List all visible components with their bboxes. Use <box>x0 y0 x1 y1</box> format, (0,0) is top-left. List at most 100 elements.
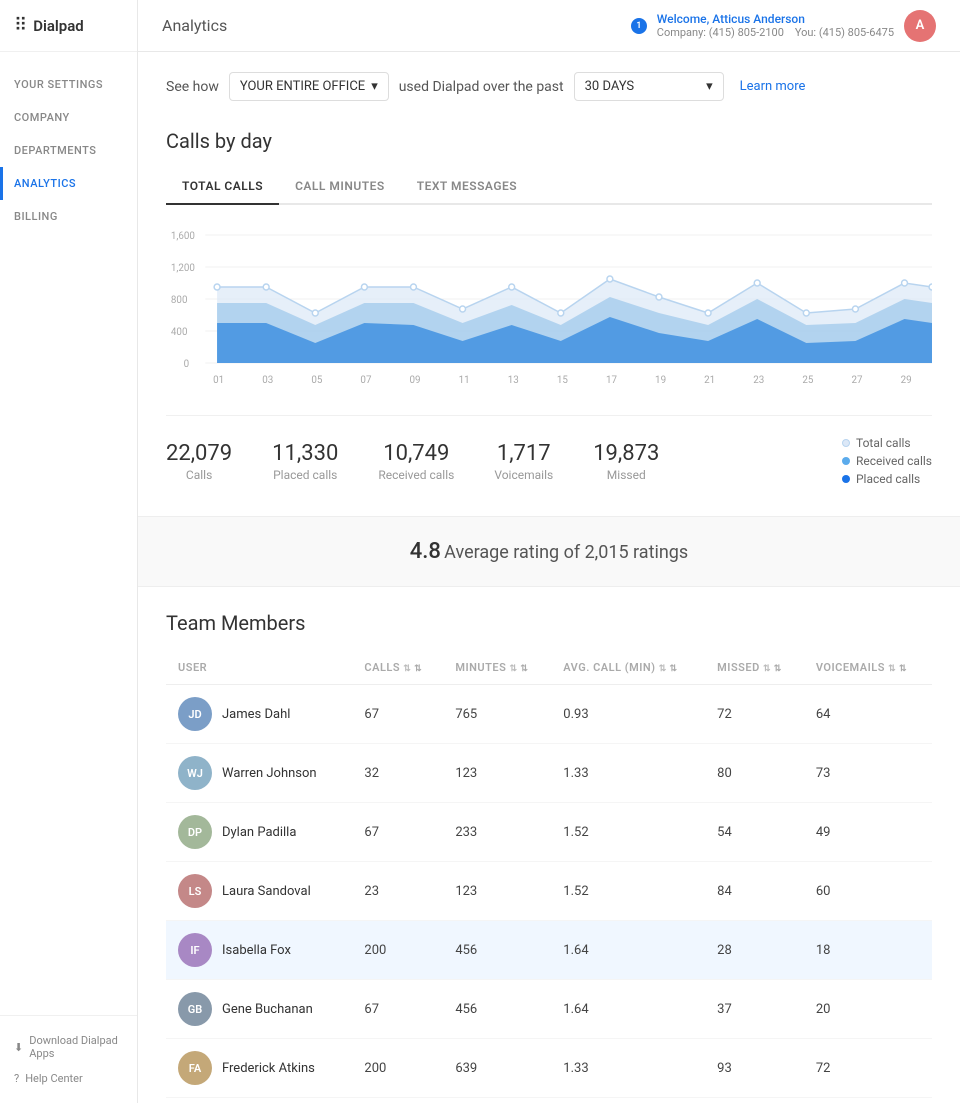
notification-icon[interactable]: 1 <box>631 18 647 34</box>
sidebar-item-analytics[interactable]: ANALYTICS <box>0 167 137 200</box>
legend-dot-total <box>842 439 850 447</box>
content-area: See how YOUR ENTIRE OFFICE ▾ used Dialpa… <box>138 52 960 1103</box>
table-row: LSLaura Sandoval231231.528460 <box>166 862 932 921</box>
col-header-2[interactable]: MINUTES ⇅ <box>443 651 551 685</box>
cell-6-0: 200 <box>352 1039 443 1098</box>
cell-3-0: 23 <box>352 862 443 921</box>
cell-5-3: 37 <box>705 980 804 1039</box>
learn-more-link[interactable]: Learn more <box>740 79 806 94</box>
cell-5-1: 456 <box>443 980 551 1039</box>
svg-text:800: 800 <box>171 295 188 306</box>
sidebar-item-company[interactable]: COMPANY <box>0 101 137 134</box>
table-row: DPDylan Padilla672331.525449 <box>166 803 932 862</box>
cell-4-1: 456 <box>443 921 551 980</box>
col-header-3[interactable]: AVG. CALL (MIN) ⇅ <box>551 651 705 685</box>
cell-7-1: 123 <box>443 1098 551 1103</box>
welcome-text: Welcome, Atticus Anderson <box>657 12 894 26</box>
cell-4-3: 28 <box>705 921 804 980</box>
user-cell-1: WJ Warren Johnson <box>166 744 352 803</box>
table-row: FAFrederick Atkins2006391.339372 <box>166 1039 932 1098</box>
team-section: Team Members USERCALLS ⇅MINUTES ⇅AVG. CA… <box>166 611 932 1103</box>
sidebar-item-your-settings[interactable]: YOUR SETTINGS <box>0 68 137 101</box>
page-title: Analytics <box>162 16 227 35</box>
stat-label-0: Calls <box>166 468 232 482</box>
cell-0-3: 72 <box>705 685 804 744</box>
col-header-1[interactable]: CALLS ⇅ <box>352 651 443 685</box>
table-row: GBGene Buchanan674561.643720 <box>166 980 932 1039</box>
rating-section: 4.8 Average rating of 2,015 ratings <box>138 516 960 587</box>
avatar[interactable]: A <box>904 10 936 42</box>
legend-item-placed: Placed calls <box>842 472 932 486</box>
stats-row: 22,079Calls11,330Placed calls10,749Recei… <box>166 415 932 506</box>
top-header: Analytics 1 Welcome, Atticus Anderson Co… <box>138 0 960 52</box>
legend-dot-placed <box>842 475 850 483</box>
avatar-1: WJ <box>178 756 212 790</box>
legend-item-received: Received calls <box>842 454 932 468</box>
legend-item-total: Total calls <box>842 436 932 450</box>
cell-4-4: 18 <box>804 921 932 980</box>
days-filter-dropdown[interactable]: 30 DAYS ▾ <box>574 72 724 101</box>
cell-6-4: 72 <box>804 1039 932 1098</box>
legend-label-placed: Placed calls <box>856 472 920 486</box>
user-name-1: Warren Johnson <box>222 766 317 781</box>
table-row: IF Isabella Fox 2004561.642818 <box>166 921 932 980</box>
col-header-5[interactable]: VOICEMAILS ⇅ <box>804 651 932 685</box>
avatar-5: GB <box>178 992 212 1026</box>
cell-2-4: 49 <box>804 803 932 862</box>
cell-5-0: 67 <box>352 980 443 1039</box>
cell-2-2: 1.52 <box>551 803 705 862</box>
svg-text:19: 19 <box>655 375 666 386</box>
rating-number: 4.8 <box>410 539 441 564</box>
cell-7-0: 90 <box>352 1098 443 1103</box>
logo: ⠿ Dialpad <box>0 0 137 52</box>
user-name-5: Gene Buchanan <box>222 1002 313 1017</box>
user-name-4: Isabella Fox <box>222 943 291 958</box>
stat-label-3: Voicemails <box>494 468 553 482</box>
download-apps-link[interactable]: ⬇Download Dialpad Apps <box>10 1028 127 1066</box>
cell-0-0: 67 <box>352 685 443 744</box>
chart-tab-2[interactable]: TEXT MESSAGES <box>401 169 533 205</box>
help-icon: ? <box>14 1072 19 1085</box>
cell-4-0: 200 <box>352 921 443 980</box>
chart-area: 1,600 1,200 800 400 0 <box>166 215 932 405</box>
col-header-4[interactable]: MISSED ⇅ <box>705 651 804 685</box>
table-row: JDJames Dahl677650.937264 <box>166 685 932 744</box>
download-apps-label: Download Dialpad Apps <box>29 1034 123 1060</box>
cell-1-0: 32 <box>352 744 443 803</box>
filter-bar: See how YOUR ENTIRE OFFICE ▾ used Dialpa… <box>166 72 932 101</box>
see-how-text: See how <box>166 79 219 95</box>
sidebar-item-departments[interactable]: DEPARTMENTS <box>0 134 137 167</box>
svg-text:29: 29 <box>901 375 912 386</box>
cell-3-3: 84 <box>705 862 804 921</box>
stat-label-2: Received calls <box>378 468 454 482</box>
header-user-info: Welcome, Atticus Anderson Company: (415)… <box>657 12 894 39</box>
svg-text:09: 09 <box>410 375 421 386</box>
stat-item-4: 19,873Missed <box>593 441 659 482</box>
svg-text:15: 15 <box>557 375 568 386</box>
chart-section-title: Calls by day <box>166 129 932 153</box>
user-name-6: Frederick Atkins <box>222 1061 315 1076</box>
help-center-link[interactable]: ?Help Center <box>10 1066 127 1091</box>
table-header-row: USERCALLS ⇅MINUTES ⇅AVG. CALL (MIN) ⇅MIS… <box>166 651 932 685</box>
cell-6-1: 639 <box>443 1039 551 1098</box>
svg-text:21: 21 <box>704 375 715 386</box>
svg-text:27: 27 <box>851 375 862 386</box>
chart-tab-1[interactable]: CALL MINUTES <box>279 169 401 205</box>
chart-tab-0[interactable]: TOTAL CALLS <box>166 169 279 205</box>
office-filter-dropdown[interactable]: YOUR ENTIRE OFFICE ▾ <box>229 72 389 101</box>
used-text: used Dialpad over the past <box>399 79 564 95</box>
stat-number-2: 10,749 <box>378 441 454 466</box>
cell-1-4: 73 <box>804 744 932 803</box>
sidebar: ⠿ Dialpad YOUR SETTINGSCOMPANYDEPARTMENT… <box>0 0 138 1103</box>
stat-number-1: 11,330 <box>272 441 338 466</box>
user-name-2: Dylan Padilla <box>222 825 296 840</box>
sidebar-item-billing[interactable]: BILLING <box>0 200 137 233</box>
user-cell-5: GB Gene Buchanan <box>166 980 352 1039</box>
cell-0-1: 765 <box>443 685 551 744</box>
svg-text:1,200: 1,200 <box>171 263 195 274</box>
avatar-4: IF <box>178 933 212 967</box>
chart-legend: Total calls Received calls Placed calls <box>842 436 932 486</box>
cell-4-2: 1.64 <box>551 921 705 980</box>
avatar-0: JD <box>178 697 212 731</box>
svg-text:11: 11 <box>459 375 470 386</box>
